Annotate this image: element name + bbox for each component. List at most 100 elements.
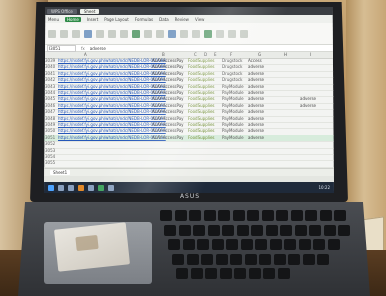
copy-icon[interactable] [72,29,80,38]
keyboard-key[interactable] [259,253,271,265]
keyboard-key[interactable] [203,210,216,221]
row-number[interactable]: 3049 [45,122,55,128]
cell-code[interactable]: ALAY-AccessPay [152,90,184,96]
start-icon[interactable] [48,184,54,191]
keyboard-key[interactable] [215,253,228,265]
cell-code[interactable]: ALAY-AccessPay [152,96,184,102]
keyboard-key[interactable] [178,224,191,236]
keyboard-key[interactable] [226,239,238,250]
keyboard-key[interactable] [294,224,307,236]
cell-code[interactable]: ALAY-AccessPay [152,84,184,90]
cell-category[interactable]: FoodSupplies [188,103,215,109]
sort-icon[interactable] [216,29,224,38]
cell-note[interactable]: adverse [248,103,264,109]
keyboard-key[interactable] [234,268,246,279]
row-number[interactable]: 3047 [45,109,55,115]
menu-item-page-layout[interactable]: Page Layout [104,17,129,22]
keyboard-key[interactable] [232,210,245,221]
keyboard-key[interactable] [190,268,203,279]
cell-url[interactable]: https://nsdef.fyi.gov.ph/what/s/ndc/NEDB… [58,77,166,83]
cell-note[interactable]: adverse [248,122,264,128]
cell-category[interactable]: FoodSupplies [188,116,215,122]
keyboard-key[interactable] [168,239,180,250]
cell-category[interactable]: FoodSupplies [188,84,215,90]
row-number[interactable]: 3054 [45,154,55,160]
keyboard-key[interactable] [273,253,286,265]
keyboard-key[interactable] [298,239,311,250]
cell-status[interactable]: PayModule [222,90,244,96]
cut-icon[interactable] [60,29,68,38]
font-icon[interactable] [84,29,92,38]
keyboard-key[interactable] [327,239,340,250]
cell-note[interactable]: adverse [248,90,264,96]
keyboard-key[interactable] [230,253,242,265]
row-number[interactable]: 3040 [45,64,55,70]
cell-url[interactable]: https://nsdef.fyi.gov.ph/what/s/ndc/NEDB… [58,58,166,64]
keyboard-key[interactable] [182,239,195,250]
keyboard-key[interactable] [211,239,224,250]
cell-status[interactable]: Drugstock [222,71,242,77]
keyboard-key[interactable] [288,253,300,265]
cell-category[interactable]: FoodSupplies [188,77,215,83]
cell-category[interactable]: FoodSupplies [188,58,215,64]
cell-url[interactable]: https://nsdef.fyi.gov.ph/what/s/ndc/NEDB… [58,109,166,115]
keyboard-key[interactable] [305,210,317,221]
menu-item-view[interactable]: View [195,17,205,22]
keyboard-key[interactable] [263,268,275,279]
cell-status[interactable]: PayModule [222,103,244,109]
keyboard-key[interactable] [255,239,267,250]
keyboard-key[interactable] [172,253,184,265]
bold-icon[interactable] [96,29,104,38]
cell-category[interactable]: FoodSupplies [188,135,215,141]
align-icon[interactable] [120,29,128,38]
cell-note[interactable]: adverse [248,84,264,90]
cell-code[interactable]: ALAY-AccessPay [152,116,184,122]
conditional-format-icon[interactable] [168,29,176,38]
keyboard-key[interactable] [302,253,315,265]
cell-url[interactable]: https://nsdef.fyi.gov.ph/what/s/ndc/NEDB… [58,128,166,134]
keyboard[interactable] [160,210,356,286]
number-format-icon[interactable] [156,29,164,38]
cell-note[interactable]: adverse [248,128,264,134]
keyboard-key[interactable] [313,239,325,250]
cell-category[interactable]: FoodSupplies [188,71,215,77]
row-number[interactable]: 3046 [45,103,55,109]
cell-note[interactable]: adverse [248,77,264,83]
cell-code[interactable]: ALAY-AccessPay [152,103,184,109]
keyboard-key[interactable] [164,224,176,236]
cell-category[interactable]: FoodSupplies [188,64,215,70]
fill-icon[interactable] [228,29,236,38]
keyboard-key[interactable] [174,210,187,221]
keyboard-key[interactable] [269,239,282,250]
find-icon[interactable] [240,29,248,38]
wrap-icon[interactable] [144,29,152,38]
sheet-tab[interactable]: Sheet1 [50,170,71,175]
table-row[interactable]: 3055 [44,160,334,168]
row-number[interactable]: 3045 [45,96,55,102]
cell-status[interactable]: PayModule [222,96,244,102]
keyboard-key[interactable] [261,210,274,221]
merge-icon[interactable] [132,29,140,38]
keyboard-key[interactable] [309,224,321,236]
menu-item-insert[interactable]: Insert [87,17,98,22]
keyboard-key[interactable] [319,210,332,221]
row-number[interactable]: 3039 [45,58,55,64]
browser-icon[interactable] [88,184,94,191]
name-box[interactable]: I3051 [47,44,76,52]
cell-note[interactable]: adverse [248,71,264,77]
keyboard-key[interactable] [189,210,201,221]
row-number[interactable]: 3050 [45,128,55,134]
keyboard-key[interactable] [338,224,350,236]
row-number[interactable]: 3053 [45,148,55,154]
keyboard-key[interactable] [284,239,296,250]
keyboard-key[interactable] [280,224,292,236]
cell-category[interactable]: FoodSupplies [188,122,215,128]
cell-status[interactable]: PayModule [222,109,244,115]
cell-status[interactable]: PayModule [222,135,244,141]
cell-code[interactable]: ALAY-AccessPay [152,77,184,83]
row-number[interactable]: 3052 [45,141,55,147]
menu-item-formulas[interactable]: Formulas [135,17,153,22]
row-number[interactable]: 3043 [45,84,55,90]
table-style-icon[interactable] [180,29,188,38]
keyboard-key[interactable] [277,268,290,279]
